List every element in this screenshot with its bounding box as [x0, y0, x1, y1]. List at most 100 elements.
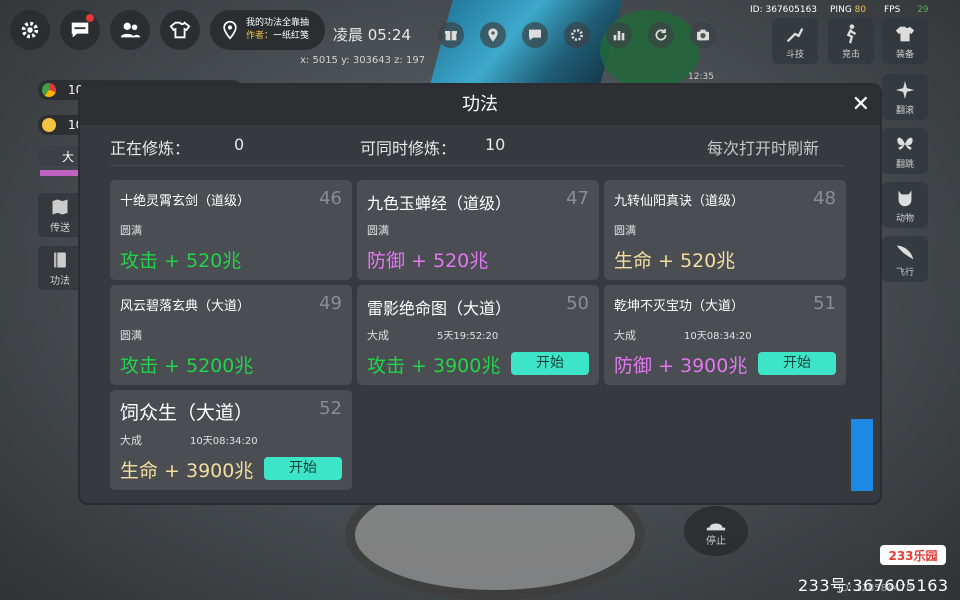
start-button[interactable]: 开始: [264, 457, 342, 480]
skill-card[interactable]: 九转仙阳真诀（道级） 48 圆满 生命 + 520兆: [604, 180, 846, 280]
options-button[interactable]: [564, 22, 590, 48]
watermark-text: 233号:367605163: [798, 576, 949, 595]
resource-pill-3: 大: [38, 146, 80, 166]
resource-value-3: 大: [62, 149, 75, 164]
skill-level: 圆满: [120, 329, 142, 342]
message-icon: [529, 29, 541, 41]
teleport-button[interactable]: 传送: [38, 193, 82, 237]
quest-title: 我的功法全靠抽: [246, 18, 310, 28]
friends-button[interactable]: [110, 10, 150, 50]
panel-info-bar: 正在修炼： 0 可同时修炼： 10 每次打开时刷新: [80, 125, 880, 165]
small-time: 12:35: [688, 72, 714, 82]
watermark-logo: 233乐园: [880, 545, 946, 565]
start-button[interactable]: 开始: [758, 352, 836, 375]
skill-number: 50: [566, 293, 589, 314]
ping-label: PING: [830, 5, 852, 15]
bar-chart-icon: [613, 31, 625, 41]
message-button[interactable]: [522, 22, 548, 48]
close-icon: ✕: [851, 92, 870, 117]
wing-icon: [896, 245, 914, 259]
skill-level: 圆满: [614, 224, 636, 237]
gold-coin-icon: [42, 118, 56, 132]
training-count: 0: [234, 135, 245, 154]
teleport-label: 传送: [50, 222, 70, 234]
skill-card[interactable]: 雷影绝命图（大道） 50 大成 5天19:52:20 攻击 + 3900兆 开始: [357, 285, 599, 385]
quest-info[interactable]: 我的功法全靠抽 作者：一纸红笺: [210, 10, 325, 50]
fight-label: 斗技: [785, 49, 804, 60]
attack-button[interactable]: 竞击: [828, 18, 874, 64]
skill-name: 雷影绝命图（大道）: [367, 299, 512, 318]
skill-number: 47: [566, 188, 589, 209]
player-id-label: ID:: [750, 5, 763, 15]
skill-card[interactable]: 风云碧落玄典（大道） 49 圆满 攻击 + 5200兆: [110, 285, 352, 385]
divider: [110, 165, 845, 166]
equip-label: 装备: [895, 49, 914, 60]
roll-button[interactable]: 翻滚: [882, 74, 928, 120]
skin-button[interactable]: [160, 10, 200, 50]
camera-button[interactable]: [690, 22, 716, 48]
location-pin-icon: [223, 20, 237, 40]
gift-button[interactable]: [438, 22, 464, 48]
fps: FPS 29: [884, 5, 929, 15]
rank-button[interactable]: [606, 22, 632, 48]
player-id-value: 367605163: [765, 5, 818, 15]
skill-number: 48: [813, 188, 836, 209]
skill-timer: 10天08:34:20: [684, 331, 752, 342]
scrollbar[interactable]: [851, 419, 873, 491]
skill-bonus: 攻击 + 520兆: [120, 250, 242, 272]
fight-button[interactable]: 斗技: [772, 18, 818, 64]
camera-icon: [697, 29, 709, 41]
skill-card[interactable]: 十绝灵霄玄剑（道级） 46 圆满 攻击 + 520兆: [110, 180, 352, 280]
coordinates: x: 5015 y: 303643 z: 197: [300, 55, 426, 66]
skills-panel: 功法 ✕ 正在修炼： 0 可同时修炼： 10 每次打开时刷新 十绝灵霄玄剑（道级…: [80, 85, 880, 503]
refresh-note: 每次打开时刷新: [707, 139, 820, 158]
stop-icon: [706, 523, 726, 530]
skill-bonus: 生命 + 3900兆: [120, 460, 254, 482]
skill-card[interactable]: 乾坤不灭宝功（大道） 51 大成 10天08:34:20 防御 + 3900兆 …: [604, 285, 846, 385]
jump-label: 翻跳: [895, 159, 914, 170]
refresh-button[interactable]: [648, 22, 674, 48]
skill-name: 乾坤不灭宝功（大道）: [614, 299, 745, 314]
stop-button[interactable]: 停止: [684, 506, 748, 556]
skill-timer: 5天19:52:20: [437, 331, 499, 342]
gear-icon: [571, 29, 583, 41]
roll-label: 翻滚: [895, 105, 914, 116]
close-button[interactable]: ✕: [852, 93, 870, 117]
clothes-icon: [169, 21, 191, 39]
ping-value: 80: [854, 5, 867, 15]
skill-number: 49: [319, 293, 342, 314]
rainbow-coin-icon: [42, 83, 56, 97]
chat-button[interactable]: [60, 10, 100, 50]
skill-bonus: 生命 + 520兆: [614, 250, 736, 272]
animal-button[interactable]: 动物: [882, 182, 928, 228]
game-clock: 凌晨 05:24: [333, 26, 411, 44]
skill-bonus: 防御 + 520兆: [367, 250, 489, 272]
gear-icon: [21, 21, 39, 39]
quest-text: 我的功法全靠抽 作者：一纸红笺: [246, 17, 316, 43]
skill-number: 52: [319, 398, 342, 419]
skills-button[interactable]: 功法: [38, 246, 82, 290]
chat-icon: [71, 22, 89, 38]
skill-card[interactable]: 九色玉蝉经（道级） 47 圆满 防御 + 520兆: [357, 180, 599, 280]
attack-label: 竞击: [841, 49, 860, 60]
jump-button[interactable]: 翻跳: [882, 128, 928, 174]
map-pin-button[interactable]: [480, 22, 506, 48]
skill-bonus: 防御 + 3900兆: [614, 355, 748, 377]
stop-label: 停止: [706, 535, 726, 547]
skill-level: 大成: [367, 329, 389, 342]
ping: PING 80: [830, 5, 866, 15]
skill-bonus: 攻击 + 3900兆: [367, 355, 501, 377]
fly-label: 飞行: [895, 267, 914, 278]
panel-title: 功法: [80, 85, 880, 125]
quest-author-label: 作者：: [246, 31, 274, 41]
fly-button[interactable]: 飞行: [882, 236, 928, 282]
skill-number: 46: [319, 188, 342, 209]
equip-button[interactable]: 装备: [882, 18, 928, 64]
simul-label: 可同时修炼：: [360, 139, 457, 158]
skill-card[interactable]: 饲众生（大道） 52 大成 10天08:34:20 生命 + 3900兆 开始: [110, 390, 352, 490]
skill-level: 圆满: [367, 224, 389, 237]
start-button[interactable]: 开始: [511, 352, 589, 375]
fps-label: FPS: [884, 5, 901, 15]
settings-button[interactable]: [10, 10, 50, 50]
skill-name: 十绝灵霄玄剑（道级）: [120, 194, 251, 209]
